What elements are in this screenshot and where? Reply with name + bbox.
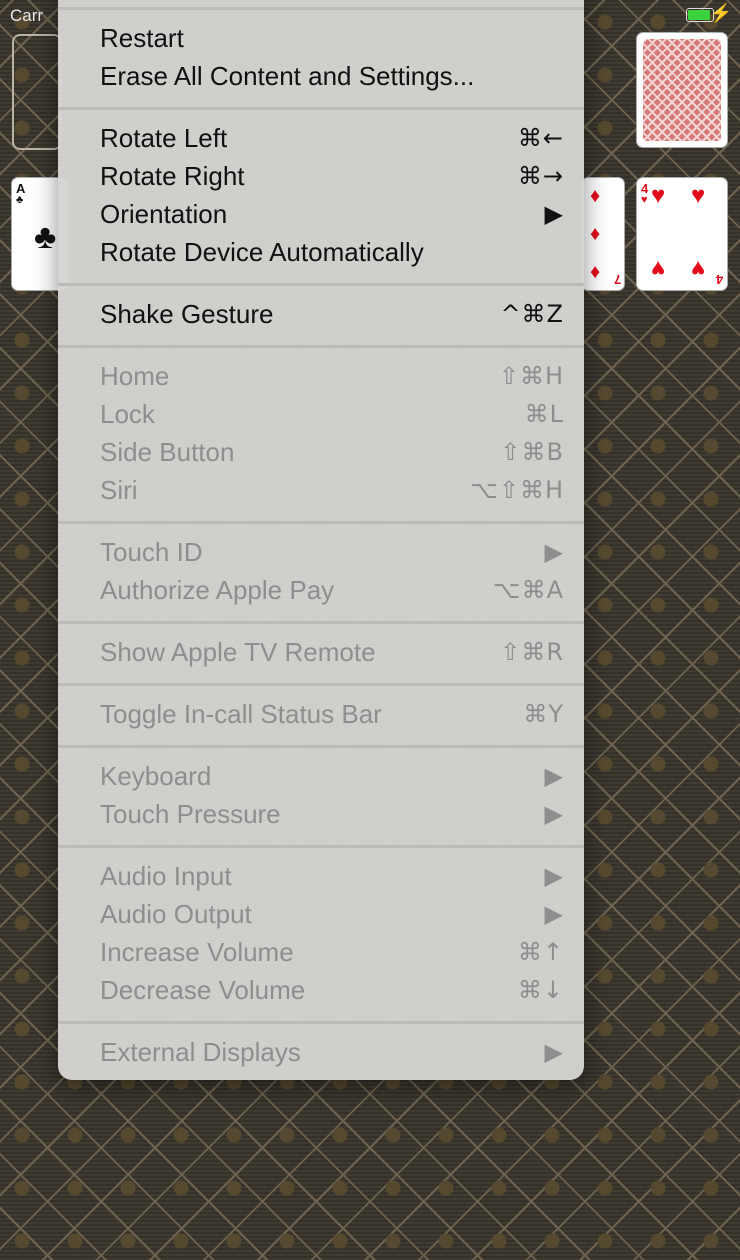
menu-separator: [58, 683, 584, 686]
menu-item-shortcut: ⇧⌘R: [500, 638, 564, 666]
card-pip: ♥: [651, 182, 666, 209]
carrier-label: Carr: [10, 6, 44, 25]
menu-item-shortcut: ⌘Y: [523, 700, 564, 728]
menu-item-shortcut: ⇧⌘B: [500, 438, 564, 466]
menu-item-label: External Displays: [100, 1036, 301, 1067]
menu-item-shortcut: ⌘→: [517, 162, 564, 190]
menu-item-shortcut: ⌘↑: [517, 938, 564, 966]
menu-item-increase-volume[interactable]: Increase Volume ⌘↑: [58, 933, 584, 971]
submenu-arrow-icon: ▶: [544, 538, 564, 566]
submenu-arrow-icon: ▶: [544, 862, 564, 890]
menu-item-erase-all-content[interactable]: Erase All Content and Settings...: [58, 57, 584, 95]
menu-item-label: Rotate Right: [100, 160, 245, 191]
menu-item-lock[interactable]: Lock ⌘L: [58, 395, 584, 433]
card-center-pip: ♣: [34, 218, 57, 256]
empty-card-slot[interactable]: [12, 34, 62, 150]
card-suit: ♥: [641, 194, 648, 206]
card-pip: ♦: [590, 223, 601, 245]
menu-item-authorize-apple-pay[interactable]: Authorize Apple Pay ⌥⌘A: [58, 571, 584, 609]
submenu-arrow-icon: ▶: [544, 200, 564, 228]
menu-item-keyboard[interactable]: Keyboard ▶: [58, 757, 584, 795]
menu-separator: [58, 7, 584, 10]
menu-item-rotate-device-automatically[interactable]: Rotate Device Automatically: [58, 233, 584, 271]
menu-item-external-displays[interactable]: External Displays ▶: [58, 1033, 584, 1071]
menu-item-label: Restart: [100, 22, 184, 53]
menu-item-label: Touch Pressure: [100, 798, 281, 829]
menu-item-label: Rotate Left: [100, 122, 228, 153]
card-suit: ♣: [16, 194, 24, 206]
menu-item-shortcut: ⌘L: [524, 400, 564, 428]
menu-item-decrease-volume[interactable]: Decrease Volume ⌘↓: [58, 971, 584, 1009]
menu-separator: [58, 745, 584, 748]
menu-item-label: Decrease Volume: [100, 974, 306, 1005]
menu-separator: [58, 345, 584, 348]
menu-item-label: Home: [100, 360, 170, 391]
menu-item-shortcut: ⌘←: [517, 124, 564, 152]
menu-item-label: Toggle In-call Status Bar: [100, 698, 382, 729]
menu-item-label: Erase All Content and Settings...: [100, 60, 475, 91]
submenu-arrow-icon: ▶: [544, 1038, 564, 1066]
card-rank: 7: [613, 272, 621, 287]
stock-pile-card[interactable]: [637, 33, 727, 147]
menu-item-shake-gesture[interactable]: Shake Gesture ^⌘Z: [58, 295, 584, 333]
menu-item-orientation[interactable]: Orientation ▶: [58, 195, 584, 233]
menu-item-audio-input[interactable]: Audio Input ▶: [58, 857, 584, 895]
menu-item-siri[interactable]: Siri ⌥⇧⌘H: [58, 471, 584, 509]
menu-item-shortcut: ⌥⇧⌘H: [470, 476, 564, 504]
menu-item-rotate-right[interactable]: Rotate Right ⌘→: [58, 157, 584, 195]
card-pip: ♥: [691, 255, 706, 282]
menu-item-shortcut: ^⌘Z: [500, 300, 564, 328]
card-seven-of-diamonds[interactable]: ♦ ♦ ♦ 7: [582, 178, 624, 290]
card-pip: ♦: [590, 261, 601, 283]
menu-separator: [58, 521, 584, 524]
menu-item-shortcut: ⌥⌘A: [492, 576, 564, 604]
menu-item-label: Increase Volume: [100, 936, 294, 967]
menu-item-side-button[interactable]: Side Button ⇧⌘B: [58, 433, 584, 471]
submenu-arrow-icon: ▶: [544, 900, 564, 928]
submenu-arrow-icon: ▶: [544, 800, 564, 828]
menu-item-label: Rotate Device Automatically: [100, 236, 424, 267]
submenu-arrow-icon: ▶: [544, 762, 564, 790]
menu-item-toggle-in-call-status-bar[interactable]: Toggle In-call Status Bar ⌘Y: [58, 695, 584, 733]
menu-item-restart[interactable]: Restart: [58, 19, 584, 57]
menu-item-show-apple-tv-remote[interactable]: Show Apple TV Remote ⇧⌘R: [58, 633, 584, 671]
menu-item-label: Lock: [100, 398, 155, 429]
menu-item-shortcut: ⇧⌘H: [498, 362, 564, 390]
menu-item-label: Authorize Apple Pay: [100, 574, 335, 605]
menu-item-label: Side Button: [100, 436, 235, 467]
menu-separator: [58, 1021, 584, 1024]
card-pip: ♦: [590, 185, 601, 207]
menu-separator: [58, 283, 584, 286]
menu-item-label: Touch ID: [100, 536, 203, 567]
menu-item-label: Keyboard: [100, 760, 212, 791]
menu-item-home[interactable]: Home ⇧⌘H: [58, 357, 584, 395]
menu-item-touch-id[interactable]: Touch ID ▶: [58, 533, 584, 571]
menu-item-label: Audio Output: [100, 898, 252, 929]
card-four-of-hearts[interactable]: 4 ♥ ♥ ♥ ♥ ♥ 4: [637, 178, 727, 290]
menu-item-label: Orientation: [100, 198, 228, 229]
menu-separator: [58, 845, 584, 848]
menu-separator: [58, 621, 584, 624]
card-pip: ♥: [651, 255, 666, 282]
menu-item-label: Audio Input: [100, 860, 232, 891]
menu-item-label: Show Apple TV Remote: [100, 636, 376, 667]
card-rank: 4: [715, 272, 723, 287]
menu-item-label: Siri: [100, 474, 138, 505]
hardware-menu: Restart Erase All Content and Settings..…: [58, 0, 584, 1080]
card-pip: ♥: [691, 182, 706, 209]
menu-item-rotate-left[interactable]: Rotate Left ⌘←: [58, 119, 584, 157]
menu-separator: [58, 107, 584, 110]
menu-item-label: Shake Gesture: [100, 298, 274, 329]
menu-item-shortcut: ⌘↓: [517, 976, 564, 1004]
menu-item-touch-pressure[interactable]: Touch Pressure ▶: [58, 795, 584, 833]
menu-item-audio-output[interactable]: Audio Output ▶: [58, 895, 584, 933]
charging-icon: ⚡: [709, 3, 732, 23]
